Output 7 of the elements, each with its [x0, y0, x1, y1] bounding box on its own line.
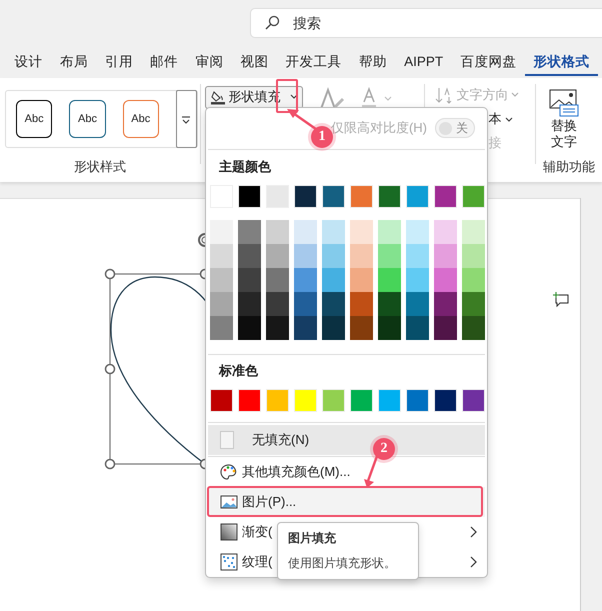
tooltip-title: 图片填充 — [288, 530, 337, 547]
tooltip-text: 使用图片填充形状。 — [288, 555, 397, 572]
high-contrast-label: 仅限高对比度(H) — [330, 119, 427, 138]
section-title: 主题颜色 — [218, 158, 272, 174]
group-label: 形状样式 — [72, 158, 127, 176]
section-title: 标准色 — [218, 362, 259, 380]
group-label: 辅助功能 — [542, 158, 596, 176]
